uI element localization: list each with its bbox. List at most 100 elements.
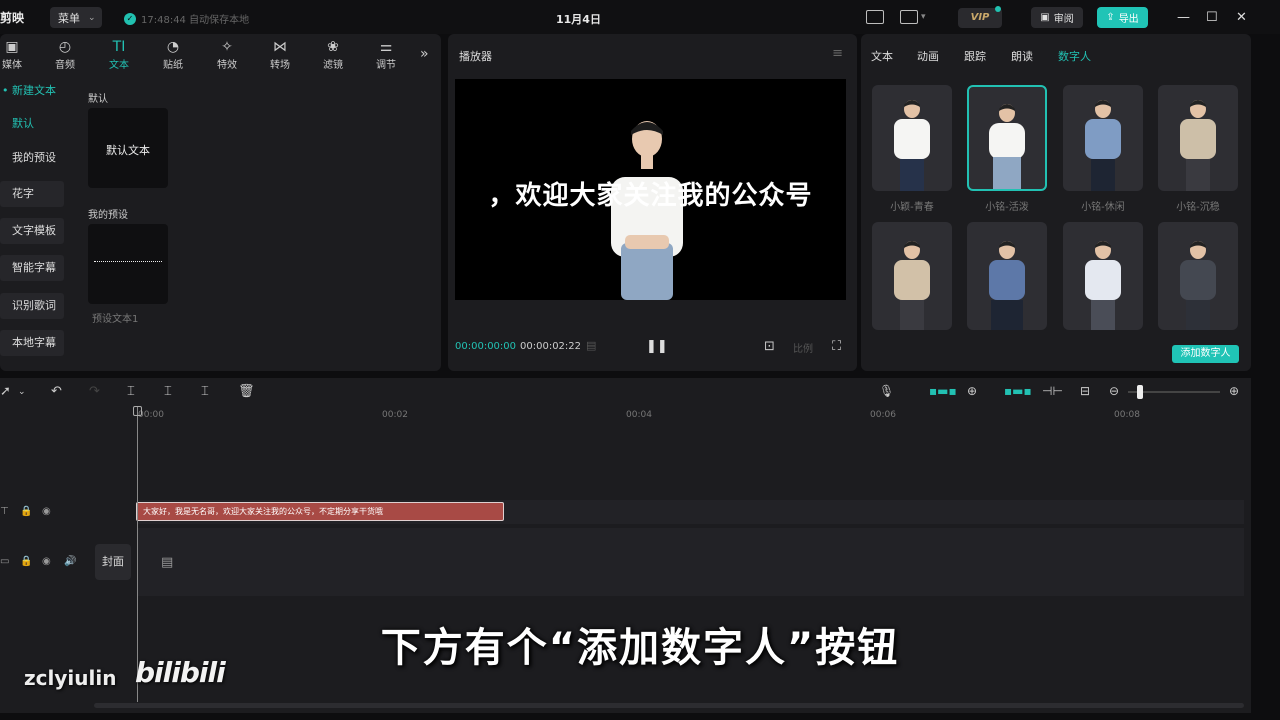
tab-read-aloud[interactable]: 朗读 — [1011, 48, 1033, 64]
avatar-figure — [1180, 241, 1216, 330]
review-button[interactable]: ▣ 审阅 — [1031, 7, 1083, 28]
default-text-card[interactable]: 默认文本 — [88, 108, 168, 188]
menu-button[interactable]: 菜单 ⌄ — [50, 7, 102, 28]
sidenav-fancy-text[interactable]: 花字 — [0, 181, 64, 207]
preset-caption: 预设文本1 — [92, 314, 139, 325]
avatar-card[interactable] — [1063, 222, 1143, 330]
avatar-card-selected[interactable] — [967, 85, 1047, 191]
keyboard-icon[interactable] — [866, 10, 884, 24]
lock-icon[interactable]: 🔒 — [20, 506, 32, 517]
tab-digital-human[interactable]: 数字人 — [1058, 48, 1091, 64]
menu-icon[interactable]: ≡ — [832, 46, 843, 61]
preset-text-card[interactable] — [88, 224, 168, 304]
avatar-card[interactable] — [872, 222, 952, 330]
export-label: 导出 — [1118, 14, 1139, 25]
menu-label: 菜单 — [58, 11, 80, 25]
avatar-figure — [894, 241, 930, 330]
video-preview[interactable]: ，欢迎大家关注我的公众号 — [455, 79, 846, 300]
document-title: 11月4日 — [556, 13, 601, 26]
avatar-card[interactable] — [967, 222, 1047, 330]
eye-icon[interactable]: ◉ — [42, 556, 51, 567]
title-bar: 剪映 菜单 ⌄ ✓ 17:48:44 自动保存本地 11月4日 ▾ VIP ▣ … — [0, 0, 1280, 34]
lock-icon[interactable]: 🔒 — [20, 556, 32, 567]
total-time: 00:00:02:22 — [520, 341, 582, 352]
playhead-handle[interactable] — [133, 406, 142, 416]
tool-audio[interactable]: ◴ 音频 — [45, 38, 85, 71]
sidenav-local-captions[interactable]: 本地字幕 — [0, 330, 64, 356]
caption-icon[interactable]: ⊟ — [1080, 384, 1090, 398]
add-digital-human-button[interactable]: 添加数字人 — [1172, 345, 1239, 363]
cover-button[interactable]: 封面 — [95, 544, 131, 580]
fullscreen-icon[interactable]: ⛶ — [832, 339, 841, 354]
tool-adjust[interactable]: ⚌ 调节 — [366, 38, 406, 71]
avatar-card[interactable] — [1158, 222, 1238, 330]
snap-icon[interactable]: ⊕ — [967, 384, 977, 398]
minimize-icon[interactable]: — — [1177, 10, 1190, 25]
zoom-in-icon[interactable]: ⊕ — [1229, 384, 1239, 398]
chevron-down-icon[interactable]: ▾ — [921, 12, 926, 22]
redo-icon[interactable]: ↷ — [89, 384, 100, 399]
tab-text[interactable]: 文本 — [871, 48, 893, 64]
tool-transition[interactable]: ⋈ 转场 — [260, 38, 300, 71]
tool-text[interactable]: TI 文本 — [99, 38, 139, 71]
timeline-scrollbar[interactable] — [94, 703, 1244, 708]
layout-icon[interactable] — [900, 10, 918, 24]
more-tools-icon[interactable]: » — [420, 46, 429, 62]
tool-media[interactable]: ▣ 媒体 — [0, 38, 32, 71]
split-icon[interactable]: ⌶ — [127, 384, 135, 399]
sidenav-text-templates[interactable]: 文字模板 — [0, 218, 64, 244]
chevron-down-icon[interactable]: ⌄ — [18, 387, 26, 397]
cursor-icon[interactable]: ➚ — [0, 384, 11, 399]
main-track-magnet-icon[interactable]: ▪▬▪ — [929, 384, 957, 398]
vip-label: VIP — [970, 12, 990, 23]
video-track-icon: ▭ — [0, 556, 10, 567]
export-icon: ⇪ — [1106, 12, 1115, 23]
undo-icon[interactable]: ↶ — [51, 384, 62, 399]
player-title: 播放器 — [459, 50, 492, 63]
sticker-icon: ◔ — [166, 39, 180, 55]
pause-icon[interactable]: ❚❚ — [646, 339, 668, 354]
default-text-card-label: 默认文本 — [106, 144, 150, 157]
tool-sticker[interactable]: ◔ 贴纸 — [153, 38, 193, 71]
ratio-button[interactable]: 比例 — [793, 340, 813, 355]
link-icon[interactable]: ▪▬▪ — [1004, 384, 1032, 398]
tool-effects[interactable]: ✧ 特效 — [207, 38, 247, 71]
ruler-tick: 00:06 — [870, 410, 896, 420]
text-clip[interactable]: 大家好，我是无名哥，欢迎大家关注我的公众号，不定期分享干货哦 — [136, 502, 504, 521]
trim-left-icon[interactable]: ⌶ — [164, 384, 172, 399]
preview-axis-icon[interactable]: ⊣⊢ — [1042, 384, 1063, 398]
sidenav-my-presets[interactable]: 我的预设 — [0, 145, 64, 171]
player-panel: 播放器 ≡ ，欢迎大家关注我的公众号 00:00:00:00 00:00:02:… — [448, 34, 857, 371]
avatar-card[interactable] — [1158, 85, 1238, 191]
tab-tracking[interactable]: 跟踪 — [964, 48, 986, 64]
sidenav-default[interactable]: 默认 — [0, 111, 64, 137]
microphone-icon[interactable]: 🎙 — [879, 384, 894, 398]
close-icon[interactable]: ✕ — [1236, 10, 1247, 25]
mute-icon[interactable]: 🔊 — [64, 556, 76, 567]
screenshot-icon[interactable]: ⊡ — [764, 339, 775, 354]
maximize-icon[interactable]: ☐ — [1206, 10, 1218, 25]
filter-icon: ❀ — [327, 39, 339, 55]
effects-icon: ✧ — [221, 39, 233, 55]
chevron-down-icon: ⌄ — [88, 12, 96, 23]
sidenav-smart-captions[interactable]: 智能字幕 — [0, 255, 64, 281]
trim-right-icon[interactable]: ⌶ — [201, 384, 209, 399]
vip-button[interactable]: VIP — [958, 6, 1002, 28]
zoom-slider-handle[interactable] — [1137, 385, 1143, 399]
delete-icon[interactable]: 🗑 — [238, 384, 255, 399]
new-text-header[interactable]: • 新建文本 — [2, 82, 56, 98]
sidenav-lyrics[interactable]: 识别歌词 — [0, 293, 64, 319]
eye-icon[interactable]: ◉ — [42, 506, 51, 517]
tool-filter[interactable]: ❀ 滤镜 — [313, 38, 353, 71]
export-button[interactable]: ⇪ 导出 — [1097, 7, 1148, 28]
audio-icon: ◴ — [58, 39, 72, 55]
avatar-figure — [894, 100, 930, 191]
zoom-out-icon[interactable]: ⊖ — [1109, 384, 1119, 398]
avatar-card[interactable] — [872, 85, 952, 191]
tab-animation[interactable]: 动画 — [917, 48, 939, 64]
transition-icon: ⋈ — [273, 39, 287, 55]
avatar-card[interactable] — [1063, 85, 1143, 191]
preset-preview-line — [94, 261, 162, 264]
avatar-figure — [989, 104, 1025, 189]
bilibili-logo: bilibili — [135, 656, 226, 689]
